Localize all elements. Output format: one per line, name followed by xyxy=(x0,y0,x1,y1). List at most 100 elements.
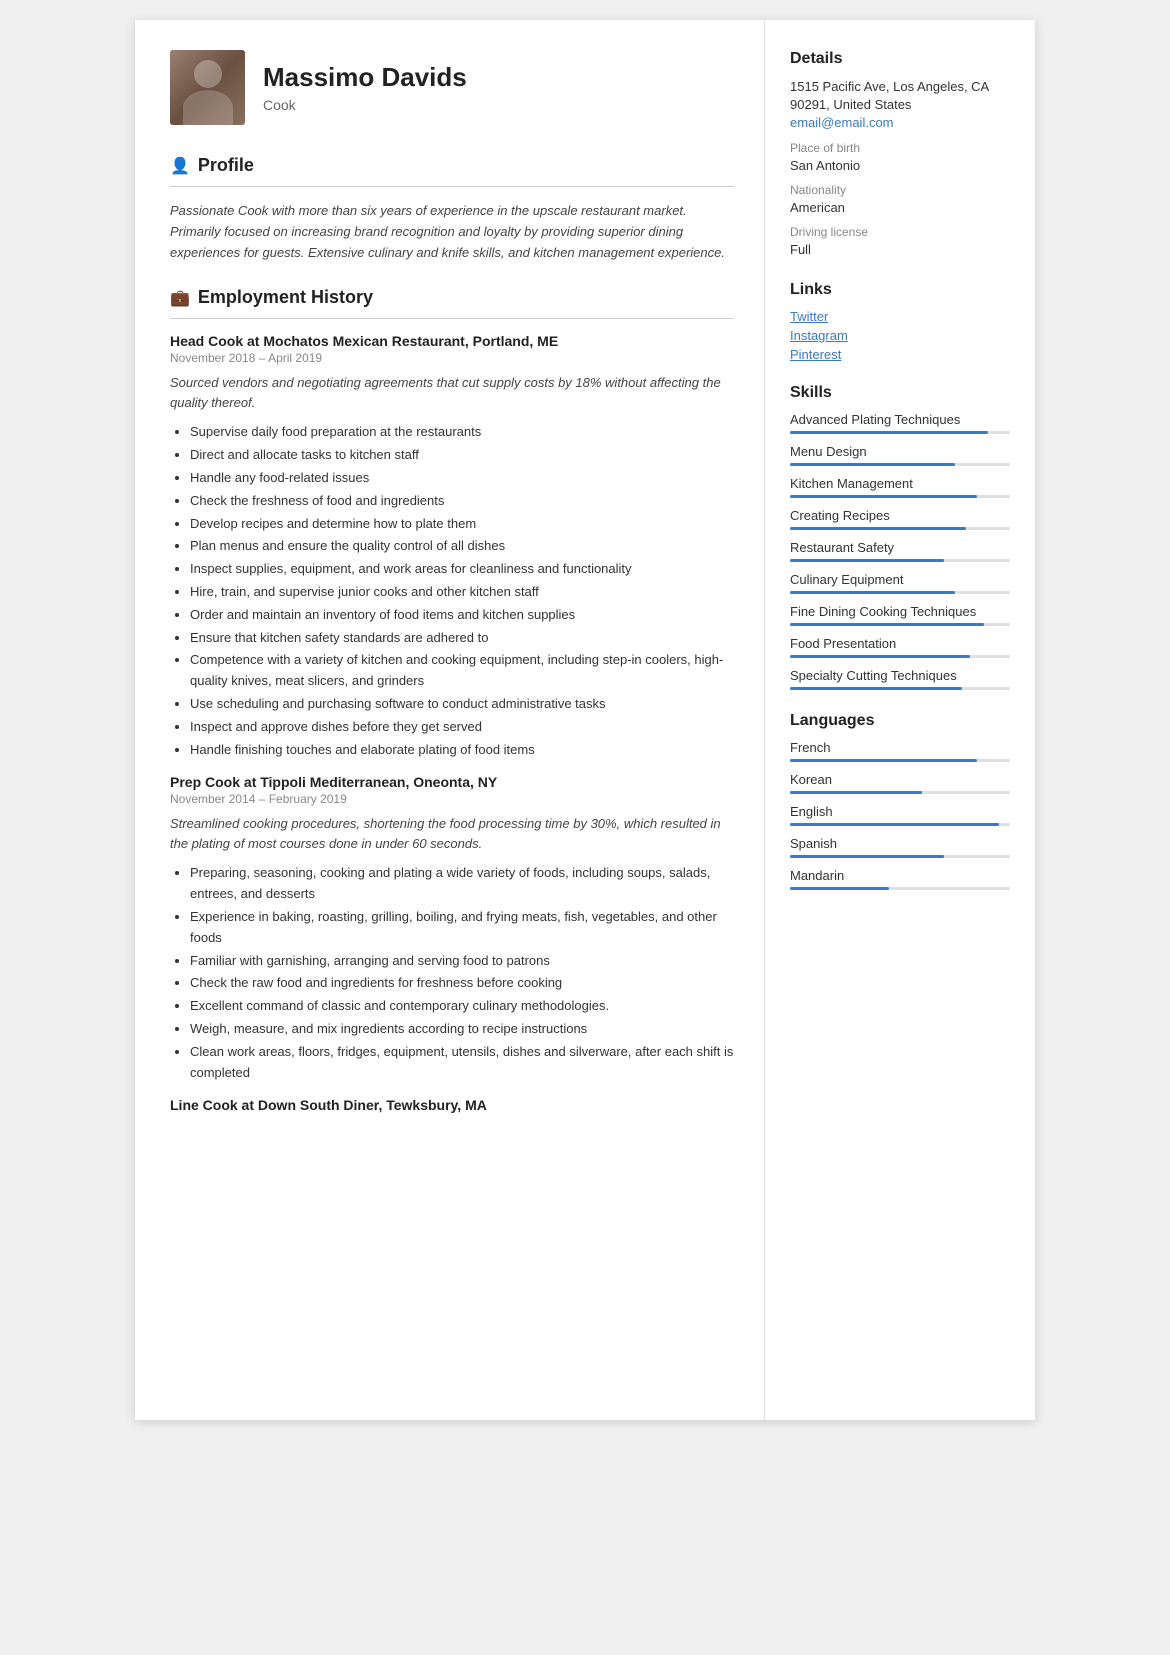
details-nationality-value: American xyxy=(790,199,1010,217)
job-dates-2: November 2014 – February 2019 xyxy=(170,792,734,806)
skill-name-7: Fine Dining Cooking Techniques xyxy=(790,604,1010,619)
lang-name-1: French xyxy=(790,740,1010,755)
skill-name-4: Creating Recipes xyxy=(790,508,1010,523)
details-drivinglicense-label: Driving license xyxy=(790,225,1010,239)
job-entry-2: Prep Cook at Tippoli Mediterranean, Oneo… xyxy=(170,774,734,1083)
skill-bar-bg-2 xyxy=(790,463,1010,466)
details-section: Details 1515 Pacific Ave, Los Angeles, C… xyxy=(790,50,1010,259)
skill-bar-bg-3 xyxy=(790,495,1010,498)
skill-bar-fill-3 xyxy=(790,495,977,498)
skill-item-9: Specialty Cutting Techniques xyxy=(790,668,1010,690)
lang-bar-fill-1 xyxy=(790,759,977,762)
job-title-1: Head Cook at Mochatos Mexican Restaurant… xyxy=(170,333,734,349)
skill-name-3: Kitchen Management xyxy=(790,476,1010,491)
lang-bar-fill-5 xyxy=(790,887,889,890)
bullet-item: Plan menus and ensure the quality contro… xyxy=(190,536,734,557)
skill-name-2: Menu Design xyxy=(790,444,1010,459)
job-entry-1: Head Cook at Mochatos Mexican Restaurant… xyxy=(170,333,734,760)
skill-bar-fill-2 xyxy=(790,463,955,466)
lang-bar-bg-1 xyxy=(790,759,1010,762)
skill-bar-fill-5 xyxy=(790,559,944,562)
details-pob-label: Place of birth xyxy=(790,141,1010,155)
skill-item-6: Culinary Equipment xyxy=(790,572,1010,594)
employment-icon: 💼 xyxy=(170,288,190,308)
lang-item-1: French xyxy=(790,740,1010,762)
bullet-item: Ensure that kitchen safety standards are… xyxy=(190,628,734,649)
languages-section-title: Languages xyxy=(790,712,1010,730)
link-twitter[interactable]: Twitter xyxy=(790,309,1010,324)
lang-item-4: Spanish xyxy=(790,836,1010,858)
bullet-item: Inspect and approve dishes before they g… xyxy=(190,717,734,738)
bullet-item: Preparing, seasoning, cooking and platin… xyxy=(190,863,734,905)
lang-bar-bg-2 xyxy=(790,791,1010,794)
resume-container: Massimo Davids Cook 👤 Profile Passionate… xyxy=(135,20,1035,1420)
profile-section-title: 👤 Profile xyxy=(170,155,734,176)
lang-bar-fill-4 xyxy=(790,855,944,858)
skill-item-1: Advanced Plating Techniques xyxy=(790,412,1010,434)
job-bullets-1: Supervise daily food preparation at the … xyxy=(170,422,734,760)
job-summary-2: Streamlined cooking procedures, shorteni… xyxy=(170,814,734,853)
profile-divider xyxy=(170,186,734,187)
details-nationality-label: Nationality xyxy=(790,183,1010,197)
bullet-item: Excellent command of classic and contemp… xyxy=(190,996,734,1017)
employment-divider xyxy=(170,318,734,319)
bullet-item: Check the freshness of food and ingredie… xyxy=(190,491,734,512)
details-drivinglicense-value: Full xyxy=(790,241,1010,259)
lang-bar-fill-3 xyxy=(790,823,999,826)
link-instagram[interactable]: Instagram xyxy=(790,328,1010,343)
links-section: Links Twitter Instagram Pinterest xyxy=(790,281,1010,362)
job-entry-3: Line Cook at Down South Diner, Tewksbury… xyxy=(170,1097,734,1113)
links-list: Twitter Instagram Pinterest xyxy=(790,309,1010,362)
skill-bar-bg-6 xyxy=(790,591,1010,594)
bullet-item: Use scheduling and purchasing software t… xyxy=(190,694,734,715)
job-title-2: Prep Cook at Tippoli Mediterranean, Oneo… xyxy=(170,774,734,790)
left-column: Massimo Davids Cook 👤 Profile Passionate… xyxy=(135,20,765,1420)
skill-bar-bg-9 xyxy=(790,687,1010,690)
skill-bar-bg-7 xyxy=(790,623,1010,626)
lang-bar-bg-4 xyxy=(790,855,1010,858)
bullet-item: Handle finishing touches and elaborate p… xyxy=(190,740,734,761)
bullet-item: Weigh, measure, and mix ingredients acco… xyxy=(190,1019,734,1040)
job-summary-1: Sourced vendors and negotiating agreemen… xyxy=(170,373,734,412)
lang-name-3: English xyxy=(790,804,1010,819)
skill-bar-fill-9 xyxy=(790,687,962,690)
profile-text: Passionate Cook with more than six years… xyxy=(170,201,734,263)
lang-bar-bg-5 xyxy=(790,887,1010,890)
skill-name-1: Advanced Plating Techniques xyxy=(790,412,1010,427)
bullet-item: Develop recipes and determine how to pla… xyxy=(190,514,734,535)
details-email[interactable]: email@email.com xyxy=(790,114,1010,132)
skills-section-title: Skills xyxy=(790,384,1010,402)
bullet-item: Experience in baking, roasting, grilling… xyxy=(190,907,734,949)
lang-name-4: Spanish xyxy=(790,836,1010,851)
job-bullets-2: Preparing, seasoning, cooking and platin… xyxy=(170,863,734,1083)
skill-name-8: Food Presentation xyxy=(790,636,1010,651)
skill-item-2: Menu Design xyxy=(790,444,1010,466)
lang-name-5: Mandarin xyxy=(790,868,1010,883)
skill-item-7: Fine Dining Cooking Techniques xyxy=(790,604,1010,626)
bullet-item: Familiar with garnishing, arranging and … xyxy=(190,951,734,972)
candidate-subtitle: Cook xyxy=(263,97,467,113)
skill-name-6: Culinary Equipment xyxy=(790,572,1010,587)
employment-section: 💼 Employment History Head Cook at Mochat… xyxy=(170,287,734,1113)
bullet-item: Competence with a variety of kitchen and… xyxy=(190,650,734,692)
skill-name-5: Restaurant Safety xyxy=(790,540,1010,555)
profile-icon: 👤 xyxy=(170,156,190,176)
skill-bar-fill-8 xyxy=(790,655,970,658)
skill-bar-bg-5 xyxy=(790,559,1010,562)
profile-section: 👤 Profile Passionate Cook with more than… xyxy=(170,155,734,263)
bullet-item: Supervise daily food preparation at the … xyxy=(190,422,734,443)
header-section: Massimo Davids Cook xyxy=(170,50,734,125)
skill-bar-fill-7 xyxy=(790,623,984,626)
job-dates-1: November 2018 – April 2019 xyxy=(170,351,734,365)
candidate-name: Massimo Davids xyxy=(263,62,467,93)
lang-item-5: Mandarin xyxy=(790,868,1010,890)
skill-bar-bg-8 xyxy=(790,655,1010,658)
bullet-item: Clean work areas, floors, fridges, equip… xyxy=(190,1042,734,1084)
skills-section: Skills Advanced Plating Techniques Menu … xyxy=(790,384,1010,690)
bullet-item: Direct and allocate tasks to kitchen sta… xyxy=(190,445,734,466)
links-section-title: Links xyxy=(790,281,1010,299)
link-pinterest[interactable]: Pinterest xyxy=(790,347,1010,362)
skill-bar-fill-4 xyxy=(790,527,966,530)
skill-item-8: Food Presentation xyxy=(790,636,1010,658)
skill-item-3: Kitchen Management xyxy=(790,476,1010,498)
